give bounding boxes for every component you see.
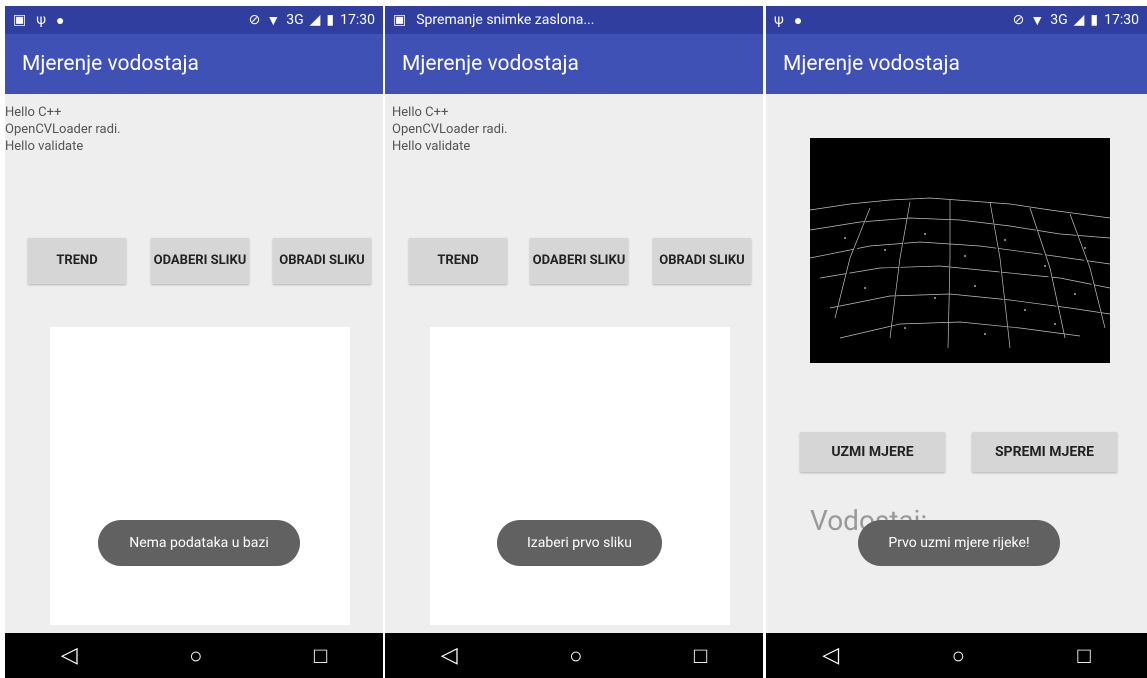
- battery-icon: ▮: [1090, 12, 1099, 28]
- processed-edge-image: [809, 138, 1111, 363]
- select-image-button[interactable]: ODABERI SLIKU: [151, 238, 249, 284]
- log-line: Hello C++: [5, 105, 62, 120]
- network-label: 3G: [1050, 12, 1068, 28]
- image-view: [50, 327, 350, 625]
- take-measurements-button[interactable]: UZMI MJERE: [800, 432, 945, 472]
- status-bar: ψ ● ⊘ ▼ 3G ◢ ▮ 17:30: [766, 6, 1147, 34]
- log-line: Hello validate: [392, 139, 471, 154]
- app-bar-title: Mjerenje vodostaja: [5, 34, 383, 94]
- back-icon[interactable]: ◁: [822, 643, 839, 668]
- recent-apps-icon[interactable]: □: [694, 643, 707, 669]
- signal-icon: ◢: [1073, 12, 1085, 28]
- clock: 17:30: [1104, 12, 1139, 28]
- screenshot-icon: ▣: [393, 12, 407, 28]
- home-icon[interactable]: ○: [952, 643, 965, 669]
- screen-2: ▣ Spremanje snimke zaslona... Mjerenje v…: [385, 0, 763, 678]
- signal-icon: ◢: [309, 12, 321, 28]
- process-image-button[interactable]: OBRADI SLIKU: [273, 238, 371, 284]
- wifi-icon: ▼: [1030, 12, 1045, 29]
- screen-1: ▣ ψ ● ⊘ ▼ 3G ◢ ▮ 17:30 Mjerenje vodostaj…: [5, 0, 383, 678]
- back-icon[interactable]: ◁: [441, 643, 458, 668]
- navigation-bar: ◁ ○ □: [766, 633, 1147, 678]
- home-icon[interactable]: ○: [189, 643, 202, 669]
- toast-message: Izaberi prvo sliku: [497, 520, 662, 566]
- log-line: OpenCVLoader radi.: [5, 122, 121, 137]
- trend-button[interactable]: TREND: [409, 238, 507, 284]
- navigation-bar: ◁ ○ □: [385, 633, 763, 678]
- log-output: Hello C++ OpenCVLoader radi. Hello valid…: [5, 104, 121, 155]
- do-not-disturb-icon: ⊘: [1012, 12, 1025, 28]
- screen-3: ψ ● ⊘ ▼ 3G ◢ ▮ 17:30 Mjerenje vodostaja: [766, 0, 1147, 678]
- recent-apps-icon[interactable]: □: [1077, 643, 1090, 669]
- main-content: Hello C++ OpenCVLoader radi. Hello valid…: [385, 94, 763, 633]
- toast-message: Prvo uzmi mjere rijeke!: [858, 520, 1060, 566]
- image-view: [430, 327, 730, 625]
- save-measurements-button[interactable]: SPREMI MJERE: [972, 432, 1117, 472]
- home-icon[interactable]: ○: [569, 643, 582, 669]
- usb-icon: ψ: [36, 12, 47, 28]
- status-bar: ▣ ψ ● ⊘ ▼ 3G ◢ ▮ 17:30: [5, 6, 383, 34]
- log-line: Hello C++: [392, 105, 449, 120]
- notification-text: Spremanje snimke zaslona...: [416, 12, 595, 28]
- edge-detection-image: [809, 138, 1111, 363]
- back-icon[interactable]: ◁: [61, 643, 78, 668]
- recent-apps-icon[interactable]: □: [314, 643, 327, 669]
- app-bar-title: Mjerenje vodostaja: [766, 34, 1147, 94]
- log-line: Hello validate: [5, 139, 84, 154]
- do-not-disturb-icon: ⊘: [248, 12, 261, 28]
- clock: 17:30: [340, 12, 375, 28]
- main-content: Hello C++ OpenCVLoader radi. Hello valid…: [5, 94, 383, 633]
- image-icon: ▣: [13, 12, 27, 28]
- android-icon: ●: [56, 12, 65, 29]
- wifi-icon: ▼: [266, 12, 281, 29]
- select-image-button[interactable]: ODABERI SLIKU: [530, 238, 628, 284]
- app-bar-title: Mjerenje vodostaja: [385, 34, 763, 94]
- process-image-button[interactable]: OBRADI SLIKU: [653, 238, 751, 284]
- trend-button[interactable]: TREND: [28, 238, 126, 284]
- toast-message: Nema podataka u bazi: [98, 520, 300, 566]
- network-label: 3G: [286, 12, 304, 28]
- navigation-bar: ◁ ○ □: [5, 633, 383, 678]
- main-content: UZMI MJERE SPREMI MJERE Vodostaj: Prvo u…: [766, 94, 1147, 633]
- status-bar: ▣ Spremanje snimke zaslona...: [385, 6, 763, 34]
- usb-icon: ψ: [774, 12, 784, 28]
- android-icon: ●: [793, 12, 803, 29]
- comparison-figure: ▣ ψ ● ⊘ ▼ 3G ◢ ▮ 17:30 Mjerenje vodostaj…: [0, 0, 1147, 678]
- log-line: OpenCVLoader radi.: [392, 122, 508, 137]
- battery-icon: ▮: [326, 12, 335, 28]
- log-output: Hello C++ OpenCVLoader radi. Hello valid…: [392, 104, 508, 155]
